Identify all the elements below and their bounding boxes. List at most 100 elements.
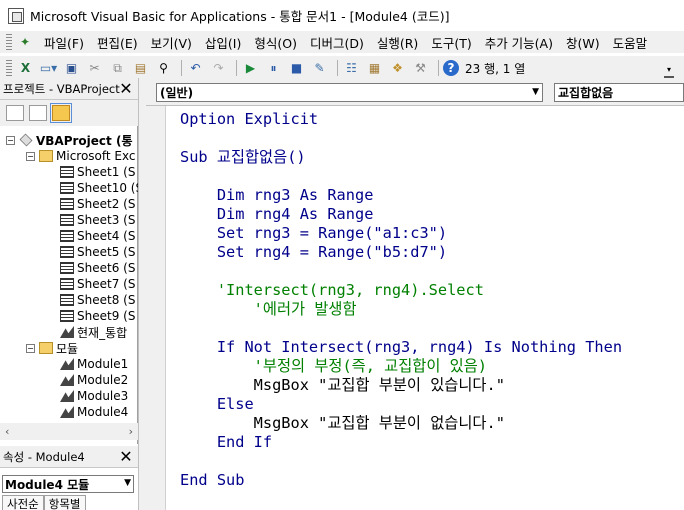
toolbar-options-icon[interactable]: ▾ [664,66,674,78]
module-icon [60,406,74,418]
project-explorer-icon[interactable]: ☷ [342,59,361,77]
tree-node-modules[interactable]: − 모듈 [26,340,78,356]
find-icon[interactable]: ⚲ [154,59,173,77]
tree-node-module[interactable]: Module2 [60,372,128,388]
cursor-position: 23 행, 1 열 [465,61,526,76]
tree-node-sheet[interactable]: Sheet8 (S [60,292,135,308]
chevron-down-icon[interactable]: ▼ [124,478,131,488]
tree-node-sheet[interactable]: Sheet10 (S [60,180,138,196]
folder-icon [39,342,53,354]
code-margin-indicator[interactable] [146,106,166,510]
tree-node-vbaproject[interactable]: − VBAProject (통 [6,132,132,148]
undo-icon[interactable]: ↶ [186,59,205,77]
sheet-icon [60,182,74,194]
menubar-grip[interactable] [6,34,12,50]
save-icon[interactable]: ▣ [62,59,81,77]
tab-categorized[interactable]: 항목별 [43,495,86,510]
tree-node-sheet[interactable]: Sheet7 (S [60,276,135,292]
insert-userform-icon[interactable]: ▭▾ [39,59,58,77]
project-hscrollbar[interactable]: ‹ › [0,423,138,440]
view-excel-icon[interactable]: X [16,59,35,77]
code-line[interactable]: '에러가 발생함 [180,300,357,319]
menu-debug[interactable]: 디버그(D) [304,33,371,52]
tree-node-module[interactable]: Module1 [60,356,128,372]
break-icon[interactable]: ⏸ [264,59,283,77]
cut-icon[interactable]: ✂ [85,59,104,77]
scroll-right-icon[interactable]: › [129,425,133,438]
tree-node-sheet[interactable]: Sheet9 (S [60,308,135,324]
object-browser-icon[interactable]: ❖ [388,59,407,77]
code-line[interactable]: 'Intersect(rng3, rng4).Select [180,281,484,300]
menu-edit[interactable]: 편집(E) [91,33,145,52]
tree-node-module[interactable]: Module3 [60,388,128,404]
chevron-down-icon[interactable]: ▼ [532,87,539,97]
window-title: Microsoft Visual Basic for Applications … [30,9,450,24]
code-line[interactable]: MsgBox "교집합 부분이 있습니다." [180,376,505,395]
sheet-icon [60,294,74,306]
collapse-icon[interactable]: − [26,343,35,353]
menu-insert[interactable]: 삽입(I) [199,33,248,52]
copy-icon[interactable]: ⧉ [108,59,127,77]
menu-file[interactable]: 파일(F) [38,33,91,52]
tree-node-sheet[interactable]: Sheet2 (S [60,196,135,212]
object-combo[interactable]: (일반) ▼ [156,83,543,102]
scroll-left-icon[interactable]: ‹ [5,425,9,438]
menu-tools[interactable]: 도구(T) [425,33,478,52]
toolbox-icon[interactable]: ⚒ [411,59,430,77]
run-icon[interactable]: ▶ [241,59,260,77]
tree-label: Sheet8 (S [77,293,136,307]
tree-node-module[interactable]: Module4 [60,404,128,420]
view-object-icon[interactable] [29,105,47,121]
code-line[interactable]: Set rng4 = Range("b5:d7") [180,243,447,262]
view-code-icon[interactable] [6,105,24,121]
tree-node-sheet[interactable]: Sheet6 (S [60,260,135,276]
tree-label: 모듈 [56,341,79,356]
menu-view[interactable]: 보기(V) [145,33,199,52]
help-icon[interactable]: ? [443,60,459,76]
tree-node-sheet[interactable]: Sheet1 (S [60,164,135,180]
tree-label: Sheet4 (S [77,229,136,243]
code-line[interactable]: Else [180,395,254,414]
properties-window-icon[interactable]: ▦ [365,59,384,77]
code-line[interactable]: Set rng3 = Range("a1:c3") [180,224,447,243]
sheet-icon [60,166,74,178]
code-line[interactable]: '부정의 부정(즉, 교집합이 있음) [180,357,487,376]
menu-format[interactable]: 형식(O) [248,33,304,52]
close-icon[interactable]: ✕ [118,449,134,465]
tree-node-sheet[interactable]: Sheet5 (S [60,244,135,260]
pane-splitter[interactable] [138,78,146,510]
code-line[interactable]: MsgBox "교집합 부분이 없습니다." [180,414,505,433]
toolbar-grip[interactable] [6,60,12,76]
tree-node-excel-objects[interactable]: − Microsoft Exc [26,148,136,164]
properties-object-select[interactable]: Module4 모듈 ▼ [2,475,134,493]
code-line[interactable]: End Sub [180,471,244,490]
redo-icon[interactable]: ↷ [209,59,228,77]
reset-icon[interactable]: ■ [287,59,306,77]
tree-node-sheet[interactable]: Sheet3 (S [60,212,135,228]
code-line[interactable]: If Not Intersect(rng3, rng4) Is Nothing … [180,338,622,357]
code-line[interactable]: Sub 교집합없음() [180,148,306,167]
sheet-icon [60,310,74,322]
collapse-icon[interactable]: − [6,135,15,145]
paste-icon[interactable]: ▤ [131,59,150,77]
tree-label: Module3 [77,389,129,403]
tree-label: Sheet2 (S [77,197,136,211]
toggle-folders-icon[interactable] [50,103,72,123]
tree-node-sheet[interactable]: Sheet4 (S [60,228,135,244]
procedure-combo[interactable]: 교집합없음 [554,83,684,102]
code-line[interactable]: Option Explicit [180,110,318,129]
design-mode-icon[interactable]: ✎ [310,59,329,77]
code-line[interactable]: Dim rng4 As Range [180,205,374,224]
close-icon[interactable]: ✕ [118,81,134,97]
toolbar-divider [438,60,439,76]
menu-run[interactable]: 실행(R) [371,33,425,52]
menu-addins[interactable]: 추가 기능(A) [479,33,560,52]
menu-window[interactable]: 창(W) [560,33,607,52]
tree-node-workbook[interactable]: 현재_통합 [60,324,127,340]
code-line[interactable]: End If [180,433,272,452]
code-line[interactable]: Dim rng3 As Range [180,186,374,205]
tab-alphabetic[interactable]: 사전순 [2,495,44,510]
excel-menu-icon[interactable]: ✦ [16,34,34,50]
menu-help[interactable]: 도움말 [607,33,648,52]
collapse-icon[interactable]: − [26,151,35,161]
